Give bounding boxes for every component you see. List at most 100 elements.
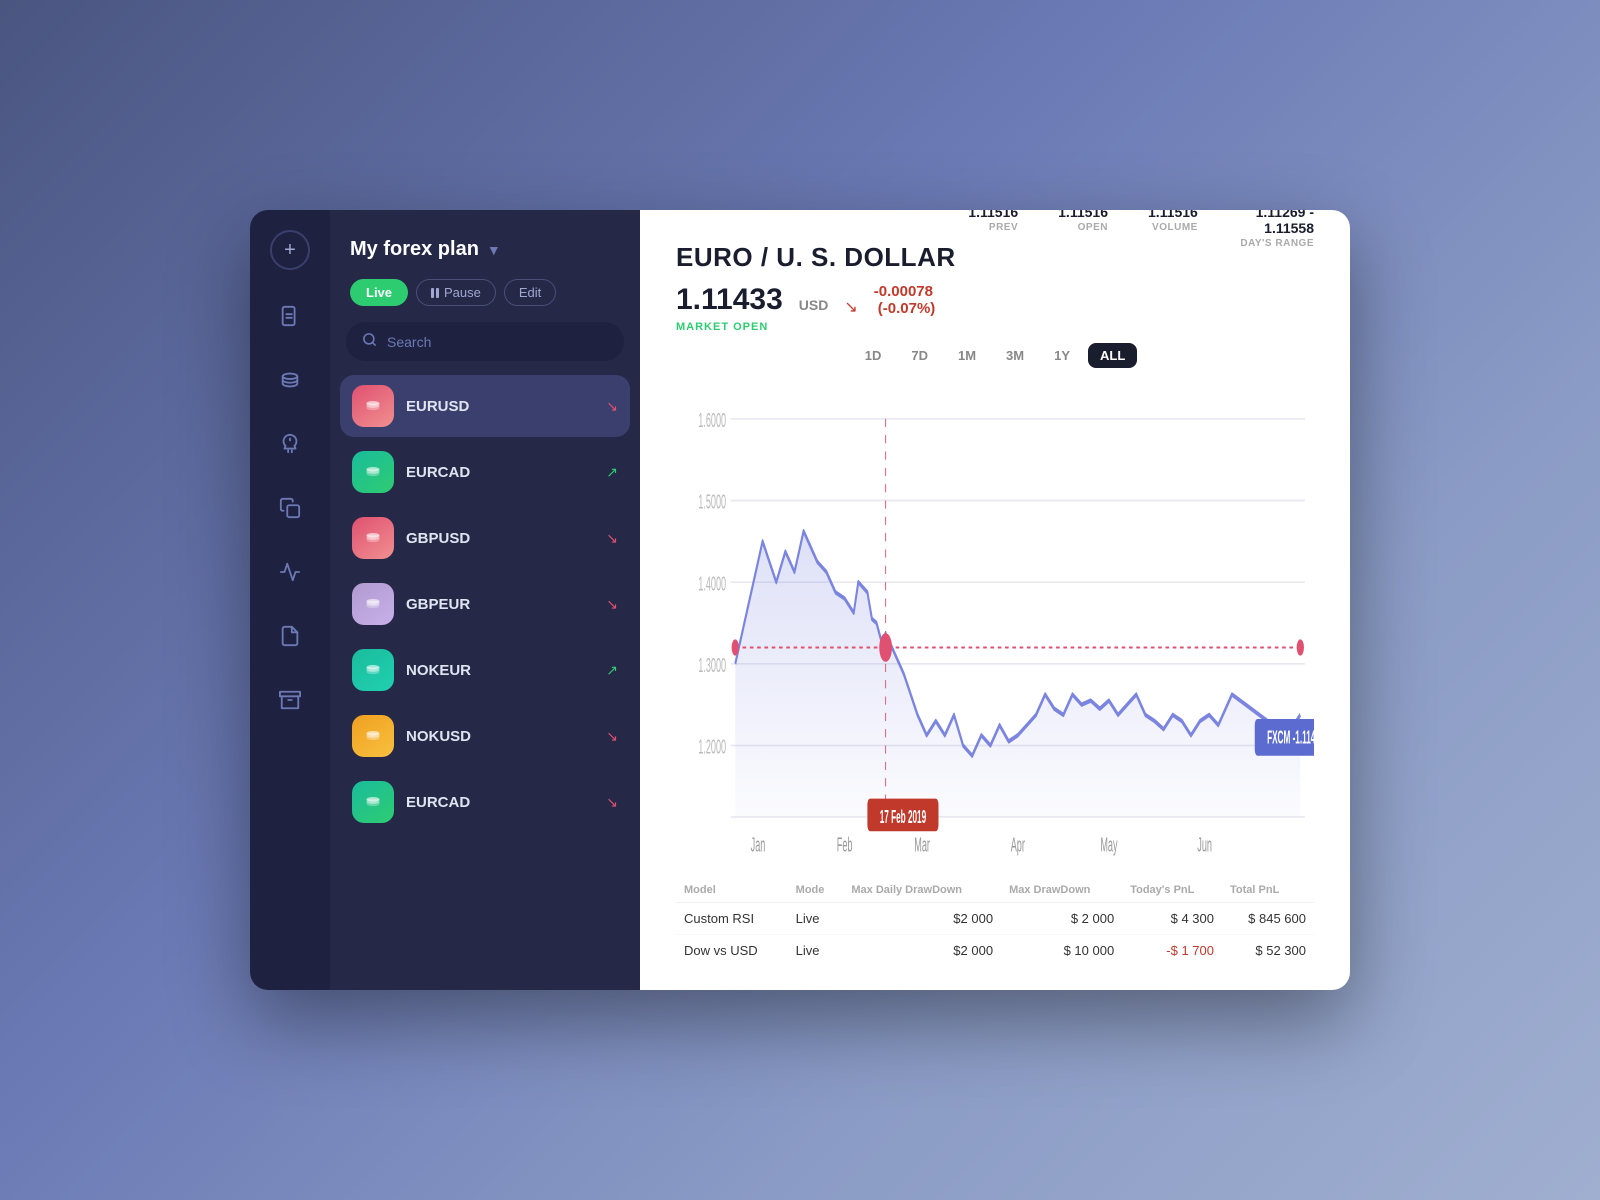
table-header: Max DrawDown xyxy=(1001,878,1122,903)
copy2-icon[interactable] xyxy=(272,618,308,654)
edit-button[interactable]: Edit xyxy=(504,279,556,306)
stat-value: 1.11516 xyxy=(968,210,1018,220)
time-filter-button[interactable]: 7D xyxy=(899,343,940,368)
svg-text:1.5000: 1.5000 xyxy=(698,492,726,514)
pause-button[interactable]: Pause xyxy=(416,279,496,306)
chart-icon[interactable] xyxy=(272,554,308,590)
table-header: Today's PnL xyxy=(1122,878,1222,903)
table-header: Max Daily DrawDown xyxy=(843,878,1001,903)
plan-title: My forex plan ▼ xyxy=(350,238,501,261)
currency-name: GBPUSD xyxy=(406,530,594,547)
stat-value: 1.11516 xyxy=(1058,210,1108,220)
table-row: Custom RSILive$2 000$ 2 000$ 4 300$ 845 … xyxy=(676,903,1314,935)
chart-area: 1.6000 1.5000 1.4000 1.3000 1.2000 xyxy=(676,378,1314,868)
currency-name: NOKUSD xyxy=(406,728,594,745)
change-icon: ↘ xyxy=(844,297,857,317)
table-cell: Custom RSI xyxy=(676,903,788,935)
currency-trend: ↘ xyxy=(606,794,618,811)
coins-icon[interactable] xyxy=(272,362,308,398)
data-table: ModelModeMax Daily DrawDownMax DrawDownT… xyxy=(676,878,1314,966)
stat-label: DAY'S RANGE xyxy=(1238,238,1314,249)
currency-icon xyxy=(352,517,394,559)
currency-trend: ↗ xyxy=(606,464,618,481)
stat-value: 1.11516 xyxy=(1148,210,1198,220)
table-cell: $ 845 600 xyxy=(1222,903,1314,935)
table-cell: -$ 1 700 xyxy=(1122,935,1222,967)
svg-text:Jun: Jun xyxy=(1197,835,1212,857)
table-cell: $2 000 xyxy=(843,903,1001,935)
table-cell: $ 52 300 xyxy=(1222,935,1314,967)
time-filter-button[interactable]: 3M xyxy=(994,343,1036,368)
currency-icon xyxy=(352,781,394,823)
currency-name: NOKEUR xyxy=(406,662,594,679)
search-bar xyxy=(346,322,624,361)
currency-icon xyxy=(352,385,394,427)
time-filter-button[interactable]: 1M xyxy=(946,343,988,368)
add-button[interactable]: + xyxy=(270,230,310,270)
currency-item[interactable]: EURUSD ↘ xyxy=(340,375,630,437)
stat-item: 1.11516 PREV xyxy=(968,210,1018,249)
sidebar: + xyxy=(250,210,330,990)
chart-svg: 1.6000 1.5000 1.4000 1.3000 1.2000 xyxy=(676,378,1314,868)
currency-item[interactable]: EURCAD ↗ xyxy=(340,441,630,503)
currency-item[interactable]: NOKEUR ↗ xyxy=(340,639,630,701)
svg-text:FXCM -1.11494: FXCM -1.11494 xyxy=(1267,728,1314,749)
pause-icon xyxy=(431,288,439,298)
table-cell: Dow vs USD xyxy=(676,935,788,967)
app-container: + xyxy=(250,210,1350,990)
market-open-label: MARKET OPEN xyxy=(676,321,968,333)
document-icon[interactable] xyxy=(272,298,308,334)
currency-trend: ↘ xyxy=(606,596,618,613)
currency-name: EURUSD xyxy=(406,398,594,415)
time-filter-button[interactable]: 1Y xyxy=(1042,343,1082,368)
pause-label: Pause xyxy=(444,285,481,300)
copy-icon[interactable] xyxy=(272,490,308,526)
change-val: -0.00078 (-0.07%) xyxy=(874,283,969,317)
stat-label: VOLUME xyxy=(1148,222,1198,233)
table-header: Total PnL xyxy=(1222,878,1314,903)
currency-trend: ↘ xyxy=(606,398,618,415)
table-cell: $ 4 300 xyxy=(1122,903,1222,935)
plan-title-text: My forex plan xyxy=(350,238,479,261)
stat-label: PREV xyxy=(968,222,1018,233)
currency-icon xyxy=(352,583,394,625)
plan-header: My forex plan ▼ xyxy=(330,210,640,279)
svg-text:May: May xyxy=(1100,835,1117,857)
stat-value: 1.11269 - 1.11558 xyxy=(1238,210,1314,236)
time-filter-button[interactable]: 1D xyxy=(853,343,894,368)
currency-trend: ↘ xyxy=(606,728,618,745)
currency-item[interactable]: GBPEUR ↘ xyxy=(340,573,630,635)
main-panel: EURO / U. S. DOLLAR 1.11433 USD ↘ -0.000… xyxy=(640,210,1350,990)
live-button[interactable]: Live xyxy=(350,279,408,306)
svg-text:1.6000: 1.6000 xyxy=(698,410,726,432)
currency-name: EURCAD xyxy=(406,464,594,481)
stat-item: 1.11516 OPEN xyxy=(1058,210,1108,249)
left-panel: My forex plan ▼ Live Pause Edit xyxy=(330,210,640,990)
plan-controls: Live Pause Edit xyxy=(330,279,640,322)
stats-row: 1.11516 PREV 1.11516 OPEN 1.11516 VOLUME… xyxy=(968,210,1314,249)
table-header: Model xyxy=(676,878,788,903)
svg-text:1.3000: 1.3000 xyxy=(698,655,726,677)
svg-text:1.2000: 1.2000 xyxy=(698,737,726,759)
table-header: Mode xyxy=(788,878,844,903)
archive-icon[interactable] xyxy=(272,682,308,718)
time-filters: 1D7D1M3M1YALL xyxy=(676,343,1314,368)
price-row: 1.11433 USD ↘ -0.00078 (-0.07%) xyxy=(676,283,968,317)
currency-icon xyxy=(352,451,394,493)
pair-title: EURO / U. S. DOLLAR xyxy=(676,242,968,273)
currency-item[interactable]: NOKUSD ↘ xyxy=(340,705,630,767)
plan-title-dropdown[interactable]: ▼ xyxy=(487,242,501,258)
svg-text:Apr: Apr xyxy=(1011,835,1025,857)
currency-item[interactable]: EURCAD ↘ xyxy=(340,771,630,833)
price-main: 1.11433 xyxy=(676,283,783,317)
price-currency: USD xyxy=(799,297,829,313)
currency-item[interactable]: GBPUSD ↘ xyxy=(340,507,630,569)
table-cell: $ 10 000 xyxy=(1001,935,1122,967)
currency-icon xyxy=(352,649,394,691)
table-row: Dow vs USDLive$2 000$ 10 000-$ 1 700$ 52… xyxy=(676,935,1314,967)
currency-trend: ↗ xyxy=(606,662,618,679)
time-filter-button[interactable]: ALL xyxy=(1088,343,1137,368)
search-icon xyxy=(362,332,377,351)
search-input[interactable] xyxy=(387,334,608,350)
piggy-icon[interactable] xyxy=(272,426,308,462)
